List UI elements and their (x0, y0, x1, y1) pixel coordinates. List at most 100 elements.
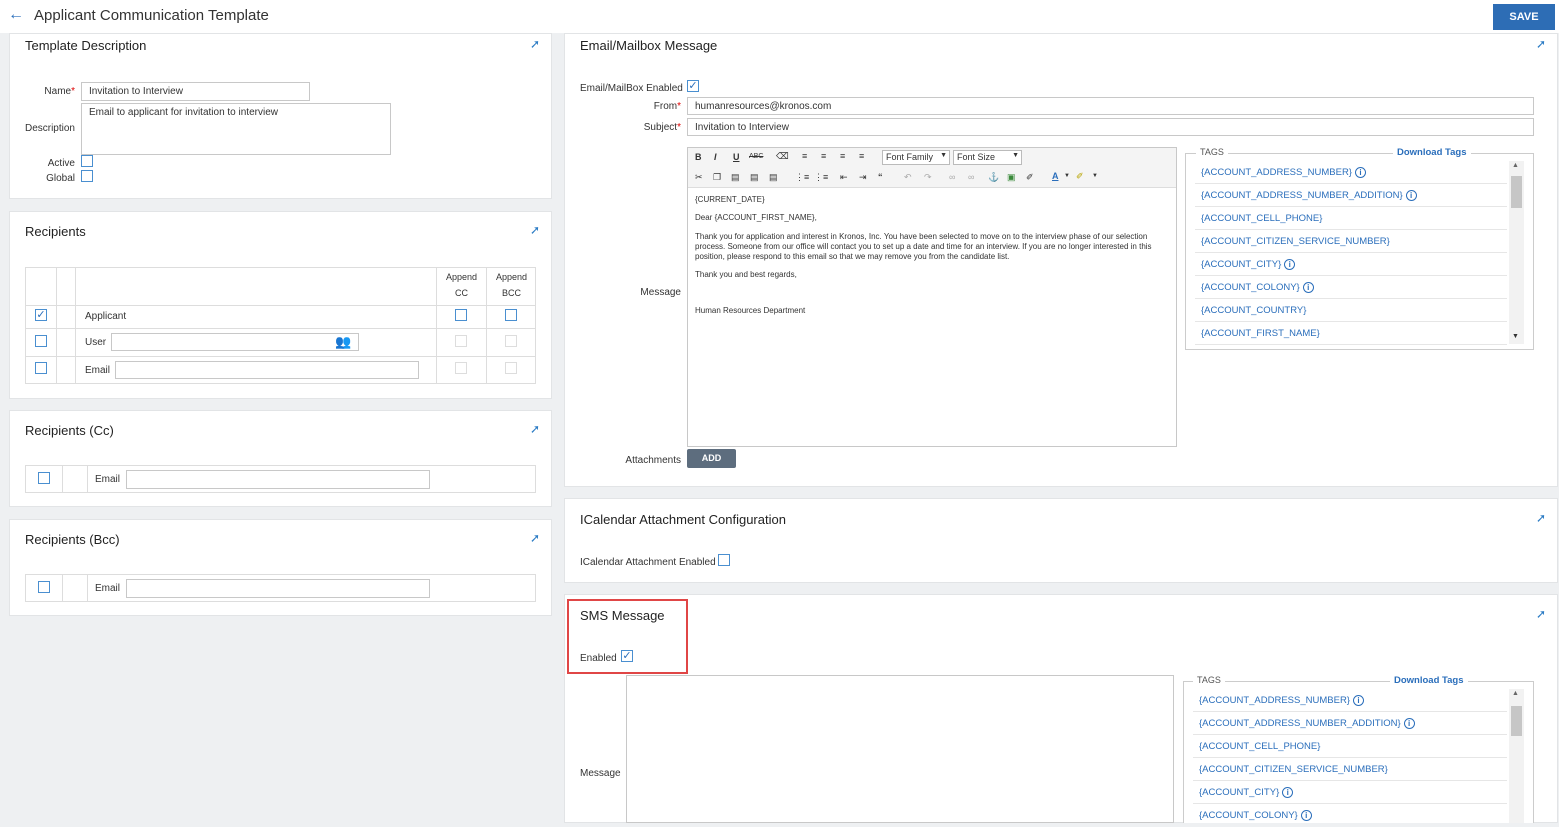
italic-icon[interactable]: I (714, 152, 717, 162)
copy-icon[interactable]: ❐ (713, 172, 721, 183)
sms-message-textarea[interactable] (626, 675, 1174, 823)
numbered-list-icon[interactable]: ⋮≡ (814, 172, 828, 183)
sms-download-tags-link[interactable]: Download Tags (1390, 675, 1468, 686)
table-divider (25, 356, 536, 357)
info-icon[interactable]: i (1403, 717, 1415, 729)
from-label: From* (653, 101, 681, 112)
name-input[interactable]: Invitation to Interview (81, 82, 310, 101)
sms-message-label: Message (580, 768, 621, 779)
scroll-up-icon[interactable]: ▲ (1512, 690, 1519, 697)
pin-icon[interactable]: ➚ (530, 223, 540, 237)
bcc-checkbox[interactable] (38, 581, 50, 593)
active-checkbox[interactable] (81, 155, 93, 167)
applicant-checkbox[interactable] (35, 309, 47, 321)
scroll-up-icon[interactable]: ▲ (1512, 162, 1519, 169)
anchor-icon[interactable]: ⚓ (988, 172, 999, 183)
sms-tags-scroll-thumb[interactable] (1511, 706, 1522, 736)
pin-icon[interactable]: ➚ (1536, 511, 1546, 525)
cc-email-input[interactable] (126, 470, 430, 489)
text-color-icon[interactable]: A (1052, 171, 1059, 181)
pin-icon[interactable]: ➚ (530, 37, 540, 51)
undo-icon[interactable]: ↶ (904, 172, 912, 183)
info-icon[interactable]: i (1282, 786, 1294, 798)
align-left-icon[interactable]: ≡ (802, 151, 807, 161)
email-checkbox[interactable] (35, 362, 47, 374)
user-checkbox[interactable] (35, 335, 47, 347)
table-divider (87, 465, 88, 493)
blockquote-icon[interactable]: “ (878, 172, 883, 182)
unlink-icon[interactable]: ∞ (968, 172, 974, 182)
info-icon[interactable]: i (1405, 189, 1417, 201)
paste-word-icon[interactable]: ▤ (769, 172, 778, 183)
cc-checkbox[interactable] (38, 472, 50, 484)
indent-icon[interactable]: ⇥ (859, 172, 867, 183)
download-tags-link[interactable]: Download Tags (1393, 147, 1471, 158)
tag-item[interactable]: {ACCOUNT_CITIZEN_SERVICE_NUMBER} (1193, 758, 1507, 781)
link-icon[interactable]: ∞ (949, 172, 955, 182)
email-input[interactable] (115, 361, 419, 379)
subject-input[interactable]: Invitation to Interview (687, 118, 1534, 136)
align-center-icon[interactable]: ≡ (821, 151, 826, 161)
tag-item[interactable]: {ACCOUNT_ADDRESS_NUMBER} i (1195, 161, 1507, 184)
info-icon[interactable]: i (1302, 281, 1314, 293)
tag-item[interactable]: {ACCOUNT_CITY} i (1195, 253, 1507, 276)
cut-icon[interactable]: ✂ (695, 172, 703, 183)
description-textarea[interactable]: Email to applicant for invitation to int… (81, 103, 391, 155)
align-right-icon[interactable]: ≡ (840, 151, 845, 161)
user-input[interactable] (111, 333, 359, 351)
sms-enabled-checkbox[interactable] (621, 650, 633, 662)
tag-item[interactable]: {ACCOUNT_CELL_PHONE} (1195, 207, 1507, 230)
underline-icon[interactable]: U (733, 152, 740, 162)
tags-scroll-thumb[interactable] (1511, 176, 1522, 208)
paste-icon[interactable]: ▤ (731, 172, 740, 183)
highlight-color-icon[interactable]: ✐ (1076, 171, 1084, 182)
paste-text-icon[interactable]: ▤ (750, 172, 759, 183)
icalendar-enabled-checkbox[interactable] (718, 554, 730, 566)
info-icon[interactable]: i (1300, 809, 1312, 821)
tag-item[interactable]: {ACCOUNT_CITY} i (1193, 781, 1507, 804)
email-enabled-checkbox[interactable] (687, 80, 699, 92)
tag-item[interactable]: {ACCOUNT_COUNTRY} (1195, 299, 1507, 322)
font-size-select[interactable]: Font Size ▼ (953, 150, 1022, 165)
cleanup-icon[interactable]: ✐ (1026, 172, 1034, 183)
bcc-email-label: Email (95, 583, 121, 594)
chevron-down-icon[interactable]: ▼ (1092, 173, 1098, 179)
applicant-append-bcc-checkbox[interactable] (505, 309, 517, 321)
pin-icon[interactable]: ➚ (530, 531, 540, 545)
add-attachment-button[interactable]: ADD (687, 449, 736, 468)
outdent-icon[interactable]: ⇤ (840, 172, 848, 183)
from-input[interactable]: humanresources@kronos.com (687, 97, 1534, 115)
align-justify-icon[interactable]: ≡ (859, 151, 864, 161)
back-arrow-icon[interactable]: ← (8, 6, 24, 24)
image-icon[interactable]: ▣ (1007, 172, 1016, 183)
info-icon[interactable]: i (1352, 694, 1364, 706)
bullet-list-icon[interactable]: ⋮≡ (795, 172, 809, 183)
tag-item[interactable]: {ACCOUNT_COLONY} i (1193, 804, 1507, 827)
scroll-down-icon[interactable]: ▼ (1512, 333, 1519, 340)
tag-item[interactable]: {ACCOUNT_FIRST_NAME} (1195, 322, 1507, 345)
tag-item[interactable]: {ACCOUNT_CELL_PHONE} (1193, 735, 1507, 758)
chevron-down-icon[interactable]: ▼ (1064, 173, 1070, 179)
eraser-icon[interactable]: ⌫ (776, 151, 789, 162)
redo-icon[interactable]: ↷ (924, 172, 932, 183)
pin-icon[interactable]: ➚ (1536, 37, 1546, 51)
info-icon[interactable]: i (1284, 258, 1296, 270)
pin-icon[interactable]: ➚ (1536, 607, 1546, 621)
tag-item[interactable]: {ACCOUNT_CITIZEN_SERVICE_NUMBER} (1195, 230, 1507, 253)
tag-item[interactable]: {ACCOUNT_ADDRESS_NUMBER} i (1193, 689, 1507, 712)
global-checkbox[interactable] (81, 170, 93, 182)
tag-item[interactable]: {ACCOUNT_COLONY} i (1195, 276, 1507, 299)
tag-item[interactable]: {ACCOUNT_ADDRESS_NUMBER_ADDITION} i (1193, 712, 1507, 735)
info-icon[interactable]: i (1354, 166, 1366, 178)
save-button[interactable]: SAVE (1493, 4, 1555, 30)
tag-item[interactable]: {ACCOUNT_ADDRESS_NUMBER_ADDITION} i (1195, 184, 1507, 207)
strikethrough-icon[interactable]: ABC (749, 153, 763, 160)
bold-icon[interactable]: B (695, 152, 702, 162)
editor-content[interactable]: {CURRENT_DATE} Dear {ACCOUNT_FIRST_NAME}… (695, 195, 1170, 316)
applicant-append-cc-checkbox[interactable] (455, 309, 467, 321)
font-family-select[interactable]: Font Family ▼ (882, 150, 950, 165)
user-lookup-icon[interactable]: 👥 (335, 334, 351, 350)
table-divider (25, 328, 536, 329)
bcc-email-input[interactable] (126, 579, 430, 598)
pin-icon[interactable]: ➚ (530, 422, 540, 436)
